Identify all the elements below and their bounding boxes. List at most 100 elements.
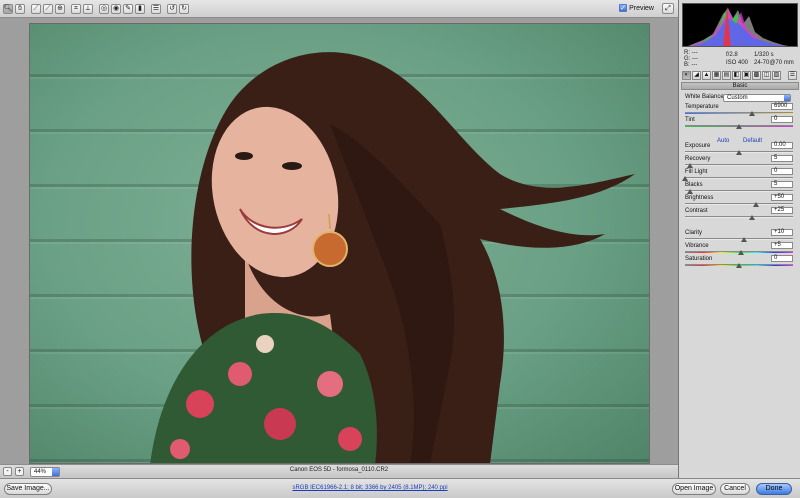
- portrait-illustration: [150, 52, 635, 463]
- temperature-slider[interactable]: [685, 112, 793, 114]
- exposure-label: Exposure: [685, 143, 711, 149]
- camera-file-label: Canon EOS 5D - formosa_0110.CR2: [289, 467, 389, 473]
- preferences-icon[interactable]: ☰: [151, 3, 161, 14]
- photo-preview[interactable]: [29, 23, 650, 464]
- panel-tab-6-icon[interactable]: ◧: [732, 71, 741, 80]
- clarity-slider-handle[interactable]: [741, 237, 748, 242]
- temperature-label: Temperature: [685, 104, 719, 110]
- vibrance-label: Vibrance: [685, 243, 709, 249]
- clarity-slider[interactable]: [685, 238, 793, 240]
- temperature-value-field[interactable]: 6900: [771, 103, 793, 110]
- recovery-label: Recovery: [685, 156, 711, 162]
- panel-tab-4-icon[interactable]: ▦: [712, 71, 721, 80]
- preview-toggle[interactable]: ✓ Preview: [619, 4, 654, 12]
- fill-light-slider[interactable]: [685, 177, 793, 179]
- aperture: f/2.8: [726, 52, 738, 58]
- save-image-button[interactable]: Save Image...: [4, 483, 52, 495]
- fill-light-slider-handle[interactable]: [682, 176, 688, 181]
- b-label: B:: [684, 62, 690, 68]
- vibrance-slider-handle[interactable]: [738, 250, 745, 255]
- blacks-slider-handle[interactable]: [687, 189, 694, 194]
- brightness-label: Brightness: [685, 195, 714, 201]
- panel-tabs: ◐ ◢ ▲ ▦ ▤ ◧ ▣ ▩ ◫ ▧ ☰: [681, 71, 799, 81]
- earring-hook: [328, 213, 331, 230]
- rotate-right-icon[interactable]: ↻: [179, 3, 189, 14]
- contrast-label: Contrast: [685, 208, 708, 214]
- clarity-value-field[interactable]: +10: [771, 229, 793, 236]
- panel-tab-9-icon[interactable]: ◫: [762, 71, 771, 80]
- adjustments-panel: R: --- G: --- B: --- f/2.8 1/320 s ISO 4…: [678, 0, 800, 478]
- tint-slider-handle[interactable]: [736, 124, 742, 129]
- right-eye: [282, 162, 302, 170]
- panel-tab-3-icon[interactable]: ▲: [702, 71, 711, 80]
- b-value: ---: [691, 62, 698, 68]
- rotate-left-icon[interactable]: ↺: [167, 3, 177, 14]
- recovery-slider-handle[interactable]: [687, 163, 694, 168]
- adjustment-brush-icon[interactable]: ✎: [123, 3, 133, 14]
- open-image-button[interactable]: Open Image: [672, 483, 716, 495]
- fullscreen-icon[interactable]: ⤢: [662, 3, 674, 14]
- hand-icon[interactable]: ✋︎: [15, 3, 25, 14]
- contrast-control: Contrast +25: [685, 207, 797, 221]
- brightness-slider[interactable]: [685, 203, 793, 205]
- preview-label: Preview: [629, 4, 654, 12]
- blacks-label: Blacks: [685, 182, 703, 188]
- bottom-bar: Save Image... sRGB IEC61966-2.1; 8 bit; …: [0, 478, 800, 498]
- red-eye-icon[interactable]: ◉: [111, 3, 121, 14]
- clarity-label: Clarity: [685, 230, 703, 236]
- brightness-value-field[interactable]: +50: [771, 194, 793, 201]
- graduated-filter-icon[interactable]: ▮: [135, 3, 145, 14]
- preview-checkbox[interactable]: ✓: [619, 4, 628, 12]
- spot-removal-icon[interactable]: ◎: [99, 3, 109, 14]
- zoom-icon[interactable]: 🔍︎: [3, 3, 13, 14]
- contrast-slider[interactable]: [685, 216, 793, 218]
- histogram: [682, 3, 798, 47]
- color-sampler-icon[interactable]: ⟋: [43, 3, 53, 14]
- panel-tab-10-icon[interactable]: ▧: [772, 71, 781, 80]
- histogram-graph: [688, 6, 789, 46]
- crop-icon[interactable]: ⌗: [71, 3, 81, 14]
- image-canvas[interactable]: [0, 18, 678, 464]
- tint-value-field[interactable]: 0: [771, 116, 793, 123]
- temperature-slider-handle[interactable]: [748, 111, 755, 116]
- earring: [312, 231, 348, 267]
- lens: 24-70@70 mm: [754, 60, 794, 66]
- panel-menu-icon[interactable]: ☰: [788, 71, 797, 80]
- panel-tab-5-icon[interactable]: ▤: [722, 71, 731, 80]
- white-balance-select[interactable]: Custom: [723, 94, 791, 102]
- saturation-control: Saturation 0: [685, 255, 797, 269]
- tint-label: Tint: [685, 117, 695, 123]
- fill-light-label: Fill Light: [685, 169, 708, 175]
- contrast-slider-handle[interactable]: [748, 215, 755, 220]
- recovery-value-field[interactable]: 5: [771, 155, 793, 162]
- brightness-slider-handle[interactable]: [753, 202, 760, 207]
- done-button[interactable]: Done: [756, 483, 792, 495]
- exposure-value-field[interactable]: 0.00: [771, 142, 793, 149]
- vibrance-value-field[interactable]: +5: [771, 242, 793, 249]
- shutter: 1/320 s: [754, 52, 774, 58]
- saturation-slider-handle[interactable]: [736, 263, 742, 268]
- status-bar: - + 44% Canon EOS 5D - formosa_0110.CR2: [0, 464, 678, 478]
- straighten-icon[interactable]: ⟂: [83, 3, 93, 14]
- white-balance-label: White Balance:: [685, 94, 726, 100]
- targeted-adjustment-icon[interactable]: ⊕: [55, 3, 65, 14]
- iso: ISO 400: [726, 60, 749, 66]
- panel-tab-1-icon[interactable]: ◐: [682, 71, 691, 80]
- toolbar: 🔍︎ ✋︎ ⟋ ⟋ ⊕ ⌗ ⟂ ◎ ◉ ✎ ▮ ☰ ↺ ↻ ✓ Preview ⤢: [0, 0, 678, 18]
- camera-raw-window: 🔍︎ ✋︎ ⟋ ⟋ ⊕ ⌗ ⟂ ◎ ◉ ✎ ▮ ☰ ↺ ↻ ✓ Preview ⤢: [0, 0, 800, 498]
- recovery-slider[interactable]: [685, 164, 793, 166]
- panel-tab-2-icon[interactable]: ◢: [692, 71, 701, 80]
- exposure-slider-handle[interactable]: [736, 150, 742, 155]
- saturation-label: Saturation: [685, 256, 713, 262]
- contrast-value-field[interactable]: +25: [771, 207, 793, 214]
- blacks-slider[interactable]: [685, 190, 793, 192]
- workflow-options-link[interactable]: sRGB IEC61966-2.1; 8 bit; 3366 by 2405 (…: [220, 485, 520, 491]
- blacks-value-field[interactable]: 5: [771, 181, 793, 188]
- cancel-button[interactable]: Cancel: [720, 483, 750, 495]
- panel-tab-8-icon[interactable]: ▩: [752, 71, 761, 80]
- readout: R: --- G: --- B: --- f/2.8 1/320 s ISO 4…: [684, 50, 796, 68]
- fill-light-value-field[interactable]: 0: [771, 168, 793, 175]
- saturation-value-field[interactable]: 0: [771, 255, 793, 262]
- white-balance-icon[interactable]: ⟋: [31, 3, 41, 14]
- panel-tab-7-icon[interactable]: ▣: [742, 71, 751, 80]
